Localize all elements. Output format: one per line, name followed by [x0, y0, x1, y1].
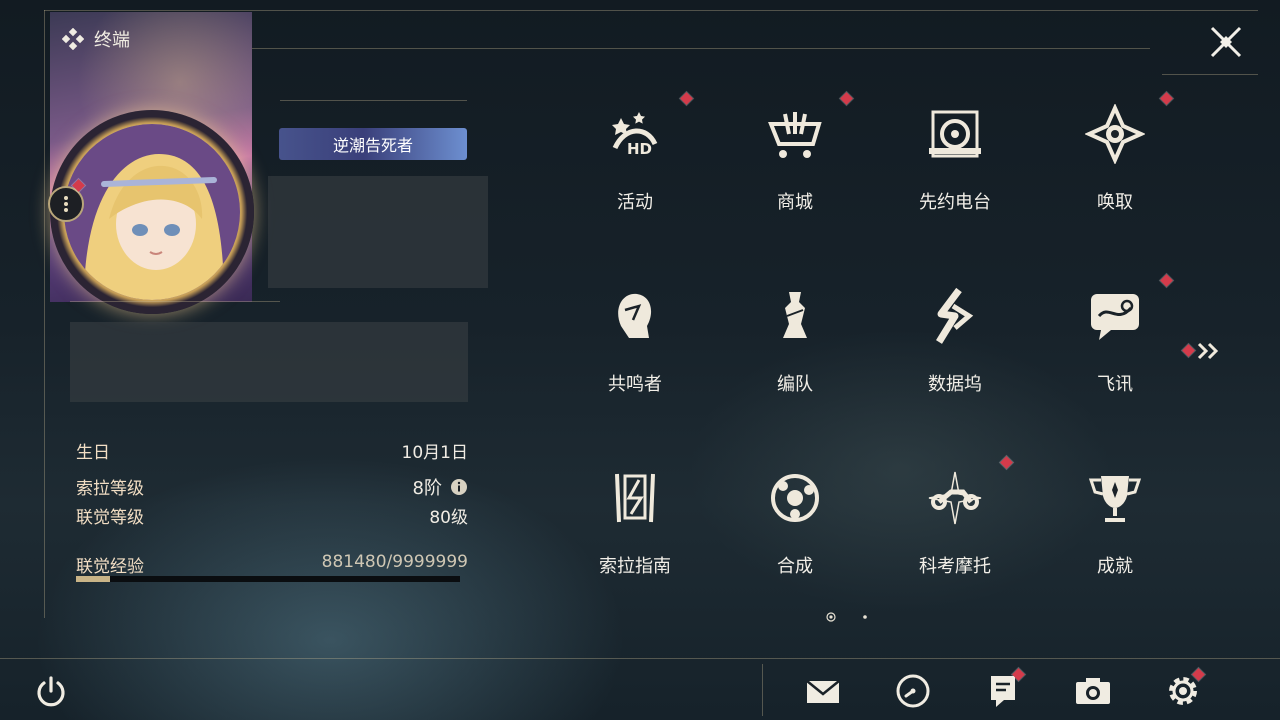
- title-badge[interactable]: 逆潮告死者: [279, 128, 467, 160]
- menu-item-label: 科考摩托: [919, 556, 991, 577]
- message-icon: [1085, 286, 1145, 346]
- menu-item-shop[interactable]: 商城: [720, 90, 870, 240]
- birthday-value: 10月1日: [401, 443, 468, 463]
- menu-item-label: 商城: [777, 192, 813, 213]
- menu-item-label: 唤取: [1097, 192, 1133, 213]
- menu-item-badge: [840, 92, 853, 105]
- menu-item-label: 合成: [777, 556, 813, 577]
- menu-item-data-bank[interactable]: 数据坞: [880, 272, 1030, 422]
- union-level-row: 联觉等级 80级: [76, 503, 468, 528]
- union-exp-bar: [76, 576, 460, 582]
- menu-item-label: 共鸣者: [608, 374, 662, 395]
- menu-item-resonator[interactable]: 共鸣者: [560, 272, 710, 422]
- mail-icon: [806, 680, 840, 703]
- achievement-icon: [1085, 468, 1145, 528]
- close-icon: [1210, 26, 1242, 58]
- menu-item-synthesis[interactable]: 合成: [720, 454, 870, 604]
- menu-item-label: 数据坞: [928, 374, 982, 395]
- sola-level-value: 8阶: [412, 478, 442, 499]
- menu-item-message[interactable]: 飞讯: [1040, 272, 1190, 422]
- menu-item-badge: [1160, 92, 1173, 105]
- settings-button[interactable]: [1164, 668, 1205, 710]
- camera-button[interactable]: [1074, 672, 1112, 710]
- name-area-redacted: [268, 176, 488, 288]
- page-title: 终端: [94, 30, 130, 51]
- event-icon: HD: [605, 104, 665, 164]
- union-level-value: 80级: [429, 508, 468, 528]
- menu-item-achievement[interactable]: 成就: [1040, 454, 1190, 604]
- svg-text:HD: HD: [627, 140, 652, 158]
- synthesis-icon: [765, 468, 825, 528]
- avatar[interactable]: [64, 124, 240, 300]
- title-badge-label: 逆潮告死者: [332, 136, 413, 155]
- menu-item-label: 编队: [777, 374, 813, 395]
- power-icon: [37, 676, 65, 707]
- radio-icon: [925, 104, 985, 164]
- clock-icon: [896, 674, 930, 708]
- more-icon: [64, 196, 68, 212]
- union-exp-fill: [76, 576, 110, 582]
- motorcycle-icon: [925, 468, 985, 528]
- menu-item-radio[interactable]: 先约电台: [880, 90, 1030, 240]
- shop-icon: [765, 104, 825, 164]
- page-header: 终端: [62, 26, 130, 52]
- mail-button[interactable]: [804, 672, 842, 710]
- menu-item-event[interactable]: HD 活动: [560, 90, 710, 240]
- terminal-icon: [62, 28, 84, 50]
- union-exp-value: 881480/9999999: [321, 552, 468, 572]
- portrait-divider: [70, 301, 280, 302]
- sola-level-label: 索拉等级: [76, 479, 144, 499]
- union-exp-row: 联觉经验 881480/9999999: [76, 552, 468, 577]
- resonator-icon: [605, 286, 665, 346]
- page-indicator: [826, 612, 870, 622]
- menu-item-label: 索拉指南: [599, 556, 671, 577]
- menu-item-label: 飞讯: [1097, 374, 1133, 395]
- menu-item-badge: [680, 92, 693, 105]
- menu-item-label: 成就: [1097, 556, 1133, 577]
- page-dot[interactable]: [860, 612, 870, 622]
- menu-item-badge: [1000, 456, 1013, 469]
- menu-item-summon[interactable]: 唤取: [1040, 90, 1190, 240]
- birthday-row: 生日 10月1日: [76, 438, 468, 463]
- union-level-label: 联觉等级: [76, 508, 144, 528]
- menu-item-team[interactable]: 编队: [720, 272, 870, 422]
- frame-top-line: [44, 10, 1258, 11]
- info-icon[interactable]: [450, 478, 468, 496]
- next-page-badge: [1182, 344, 1195, 357]
- frame-left-line: [44, 10, 45, 618]
- team-icon: [765, 286, 825, 346]
- frame-corner-line: [1162, 74, 1258, 75]
- guide-icon: [605, 468, 665, 528]
- menu-item-label: 活动: [617, 192, 653, 213]
- frame-inner-line: [250, 48, 1150, 49]
- sola-level-row: 索拉等级 8阶: [76, 474, 468, 500]
- union-exp-label: 联觉经验: [76, 557, 144, 577]
- power-button[interactable]: [32, 672, 70, 710]
- menu-item-badge: [1160, 274, 1173, 287]
- next-page-button[interactable]: [1180, 340, 1224, 362]
- summon-icon: [1084, 103, 1146, 165]
- menu-item-guide[interactable]: 索拉指南: [560, 454, 710, 604]
- notice-button[interactable]: [984, 668, 1025, 710]
- signature-area-redacted: [70, 322, 468, 402]
- menu-item-label: 先约电台: [919, 192, 991, 213]
- camera-icon: [1076, 678, 1110, 704]
- menu-item-motorcycle[interactable]: 科考摩托: [880, 454, 1030, 604]
- page-dot-active[interactable]: [826, 612, 836, 622]
- double-chevron-right-icon: [1197, 342, 1219, 360]
- close-button[interactable]: [1198, 14, 1254, 70]
- birthday-label: 生日: [76, 443, 110, 463]
- name-divider: [280, 100, 467, 101]
- clock-button[interactable]: [894, 672, 932, 710]
- data-bank-icon: [925, 286, 985, 346]
